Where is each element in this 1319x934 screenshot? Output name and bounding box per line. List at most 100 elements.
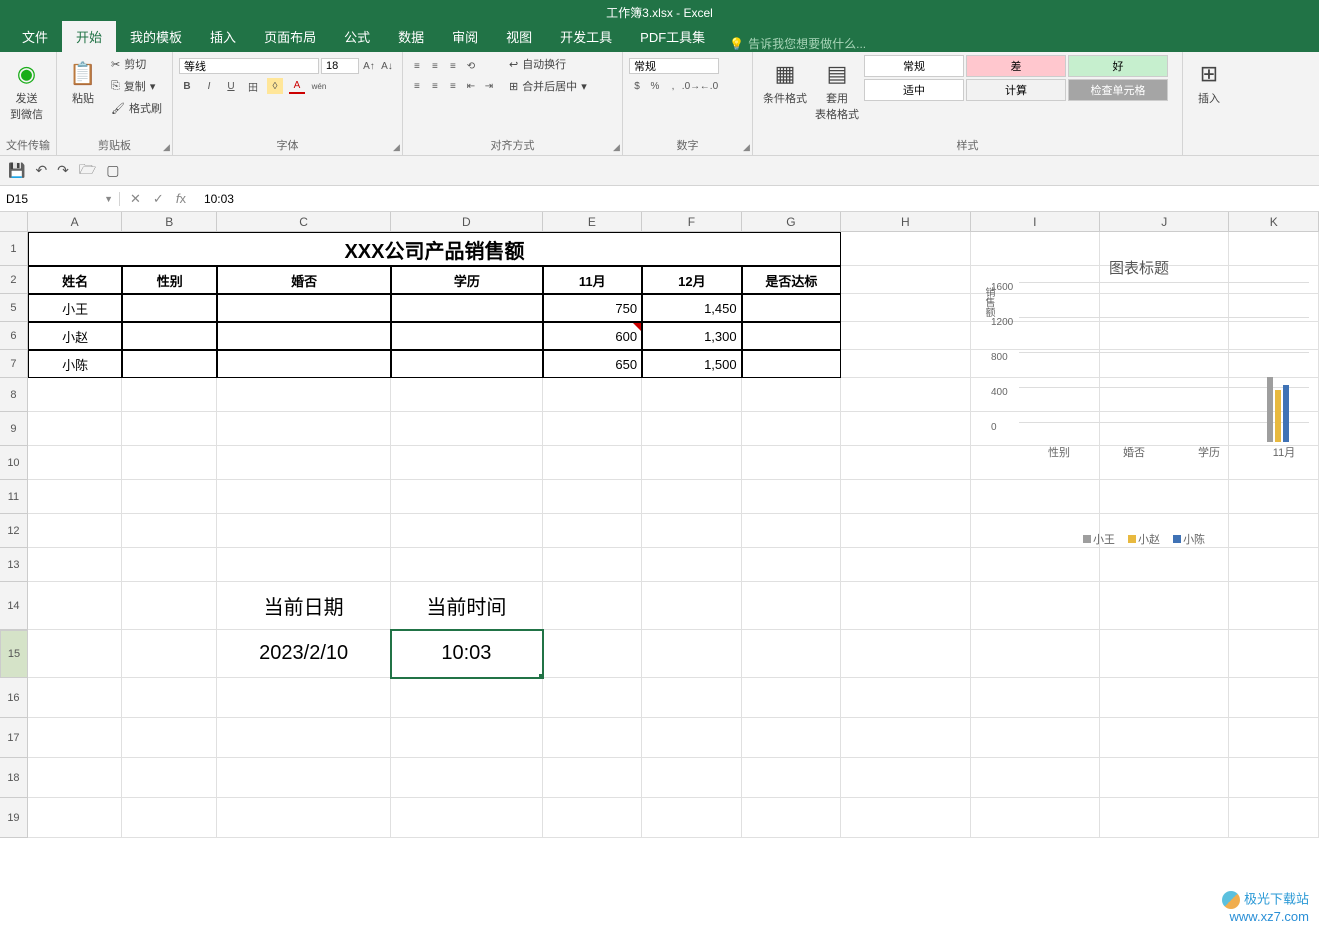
cell[interactable] [543,480,643,514]
cell[interactable] [841,718,970,758]
tab-review[interactable]: 审阅 [438,21,492,52]
col-D[interactable]: D [391,212,542,231]
cell[interactable] [841,294,970,322]
cell[interactable] [217,718,391,758]
cell-B6[interactable] [122,322,217,350]
cell[interactable] [841,514,970,548]
tab-view[interactable]: 视图 [492,21,546,52]
paste-button[interactable]: 📋粘贴 [63,54,103,110]
cell[interactable] [841,548,970,582]
cell[interactable] [543,412,643,446]
cell[interactable] [543,548,643,582]
row-10[interactable]: 10 [0,446,28,480]
cell-A5[interactable]: 小王 [28,294,123,322]
style-good[interactable]: 好 [1068,55,1168,77]
insert-cells-button[interactable]: ⊞插入 [1189,54,1229,110]
cell[interactable] [1229,798,1319,838]
clipboard-dialog-launcher[interactable]: ◢ [163,142,170,153]
cell[interactable] [543,630,643,678]
inc-decimal-button[interactable]: .0→ [683,78,699,94]
align-right-button[interactable]: ≡ [445,78,461,94]
cell[interactable] [543,798,643,838]
tab-formula[interactable]: 公式 [330,21,384,52]
cancel-formula-icon[interactable]: ✕ [130,191,141,207]
fill-color-button[interactable]: ◊ [267,78,283,94]
cell[interactable] [391,758,542,798]
send-wechat-button[interactable]: ◉ 发送 到微信 [6,54,47,126]
row-14[interactable]: 14 [0,582,28,630]
col-J[interactable]: J [1100,212,1229,231]
cell[interactable] [122,446,217,480]
cell[interactable] [28,378,123,412]
cell[interactable] [543,758,643,798]
cell[interactable] [122,480,217,514]
cell[interactable] [642,718,742,758]
cell[interactable] [742,718,842,758]
cell-F7[interactable]: 1,500 [642,350,742,378]
row-12[interactable]: 12 [0,514,28,548]
row-7[interactable]: 7 [0,350,28,378]
cell[interactable] [122,514,217,548]
row-8[interactable]: 8 [0,378,28,412]
row-5[interactable]: 5 [0,294,28,322]
align-center-button[interactable]: ≡ [427,78,443,94]
tab-pdf[interactable]: PDF工具集 [626,21,719,52]
cell[interactable] [217,412,391,446]
cut-button[interactable]: ✂剪切 [107,54,166,74]
cell[interactable] [841,446,970,480]
select-all-corner[interactable] [0,212,28,231]
cell[interactable] [543,582,643,630]
bold-button[interactable]: B [179,78,195,94]
cell[interactable] [742,630,842,678]
redo-button[interactable]: ↷ [57,162,69,179]
border-button[interactable]: 田 [245,78,261,94]
cell[interactable] [28,480,123,514]
align-left-button[interactable]: ≡ [409,78,425,94]
cell[interactable] [217,378,391,412]
cell[interactable] [122,630,217,678]
col-I[interactable]: I [971,212,1100,231]
number-format-select[interactable] [629,58,719,74]
cell[interactable] [122,548,217,582]
align-middle-button[interactable]: ≡ [427,58,443,74]
cell[interactable] [122,678,217,718]
cell[interactable] [971,630,1100,678]
cell[interactable] [742,758,842,798]
cell-C15[interactable]: 2023/2/10 [217,630,391,678]
underline-button[interactable]: U [223,78,239,94]
cell[interactable] [971,718,1100,758]
cell[interactable] [28,678,123,718]
cell[interactable] [217,548,391,582]
cell-h-ok[interactable]: 是否达标 [742,266,842,294]
cell[interactable] [543,378,643,412]
cell[interactable] [742,378,842,412]
cell[interactable] [543,718,643,758]
tab-home[interactable]: 开始 [62,21,116,52]
cell[interactable] [841,350,970,378]
embedded-chart[interactable]: 图表标题 销售额 1600 1200 800 400 0 性别 婚否 学历 11… [959,257,1319,557]
currency-button[interactable]: $ [629,78,645,94]
cell-h-edu[interactable]: 学历 [391,266,542,294]
cell[interactable] [391,798,542,838]
cell-h-sex[interactable]: 性别 [122,266,217,294]
cell[interactable] [391,514,542,548]
percent-button[interactable]: % [647,78,663,94]
col-A[interactable]: A [28,212,123,231]
cell[interactable] [642,582,742,630]
row-2[interactable]: 2 [0,266,28,294]
cell-B7[interactable] [122,350,217,378]
cell-G6[interactable] [742,322,842,350]
col-C[interactable]: C [217,212,391,231]
cell-C7[interactable] [217,350,391,378]
cell-h-12[interactable]: 12月 [642,266,742,294]
orientation-button[interactable]: ⟲ [463,58,479,74]
tab-insert[interactable]: 插入 [196,21,250,52]
cell[interactable] [742,582,842,630]
cell[interactable] [841,322,970,350]
cell[interactable] [642,446,742,480]
cell[interactable] [1229,630,1319,678]
cell-D5[interactable] [391,294,542,322]
cell-A7[interactable]: 小陈 [28,350,123,378]
cell-h-name[interactable]: 姓名 [28,266,123,294]
col-H[interactable]: H [841,212,970,231]
